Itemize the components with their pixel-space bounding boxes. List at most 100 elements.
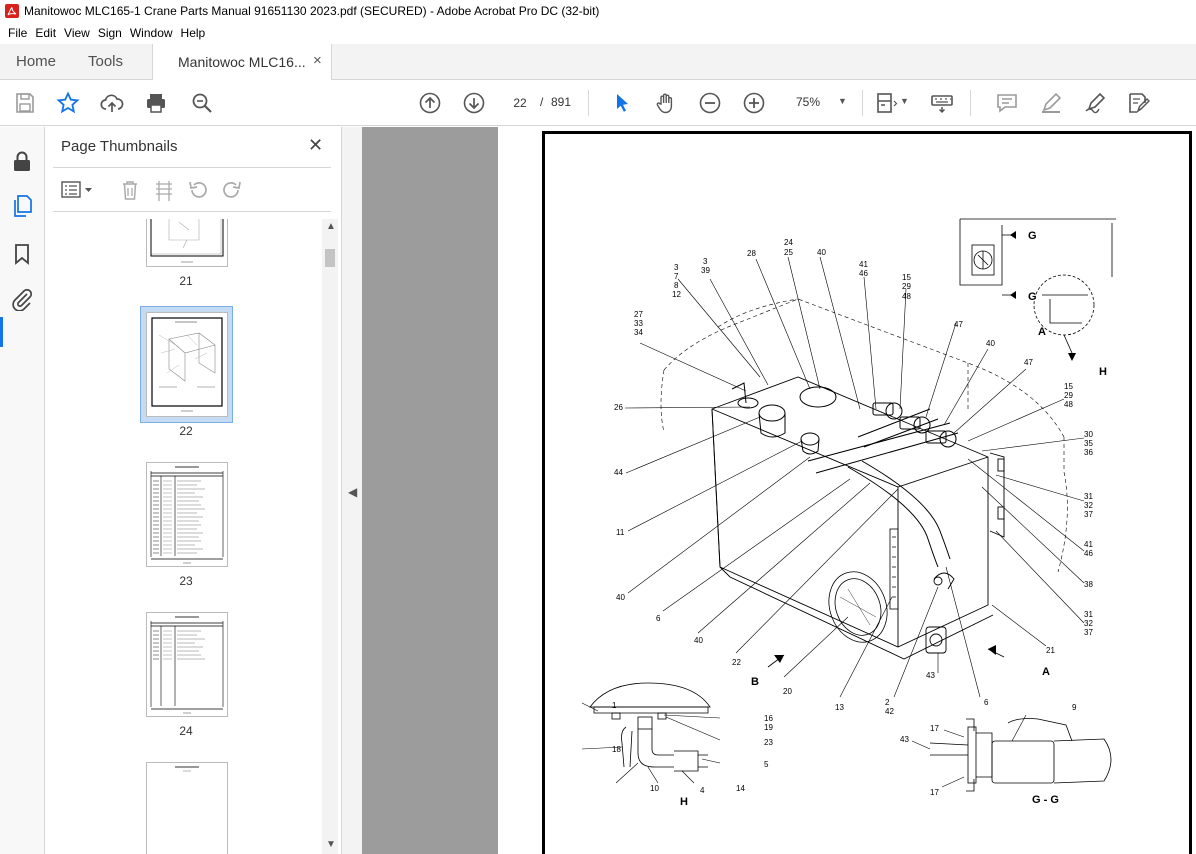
callout: 11 — [616, 528, 625, 537]
previous-page-icon[interactable] — [418, 91, 442, 115]
callout: 37 — [1084, 510, 1093, 519]
zoom-dropdown-arrow-icon[interactable]: ▼ — [838, 96, 847, 106]
bookmarks-icon[interactable] — [10, 242, 34, 266]
callout: 39 — [701, 266, 710, 275]
thumbnail-scrollbar[interactable]: ▲ ▼ — [322, 219, 338, 854]
menu-edit[interactable]: Edit — [31, 26, 60, 40]
tab-home[interactable]: Home — [16, 53, 56, 70]
callout: 9 — [1072, 703, 1077, 712]
keyboard-scroll-icon[interactable] — [930, 91, 954, 115]
highlight-pen-icon[interactable] — [1039, 91, 1063, 115]
callout: 6 — [656, 614, 661, 623]
options-menu-icon[interactable] — [61, 179, 95, 201]
delete-page-icon[interactable] — [119, 179, 141, 201]
callout: 47 — [1024, 358, 1033, 367]
draw-sign-icon[interactable] — [1083, 91, 1107, 115]
comment-icon[interactable] — [995, 91, 1019, 115]
bookmark-star-icon[interactable] — [56, 91, 80, 115]
scroll-up-icon[interactable]: ▲ — [326, 221, 336, 232]
lock-icon[interactable] — [10, 149, 34, 173]
view-labels: A A B G G H H G - G — [680, 230, 1107, 808]
tab-tools[interactable]: Tools — [88, 53, 123, 70]
close-panel-icon[interactable]: ✕ — [308, 135, 323, 156]
page-fit-dropdown-icon[interactable]: ▼ — [900, 96, 909, 106]
callout: 17 — [930, 788, 939, 797]
menu-window[interactable]: Window — [126, 26, 177, 40]
callout: 16 — [764, 714, 773, 723]
page-fit-icon[interactable] — [874, 91, 898, 115]
tab-close-icon[interactable]: × — [313, 52, 322, 69]
view-label: G — [1028, 291, 1037, 303]
fill-sign-icon[interactable] — [1126, 91, 1151, 115]
pdf-page: 3 7 8 12 3 39 24 25 28 40 41 46 15 29 48… — [498, 127, 1196, 854]
frame-outline-dashed — [660, 298, 1068, 573]
rotate-counterclockwise-icon[interactable] — [187, 179, 209, 201]
thumbnail-preview — [150, 616, 224, 714]
acrobat-app-icon — [5, 4, 19, 18]
page-thumbnail[interactable] — [146, 219, 228, 267]
tab-document-label: Manitowoc MLC16... — [178, 54, 306, 70]
callout: 40 — [986, 339, 995, 348]
menu-help[interactable]: Help — [177, 26, 210, 40]
callout: 44 — [614, 468, 623, 477]
navigation-rail — [0, 127, 45, 854]
callout: 36 — [1084, 448, 1093, 457]
hand-tool-icon[interactable] — [654, 91, 678, 115]
page-number-input[interactable]: 22 — [505, 90, 535, 114]
attachments-icon[interactable] — [10, 287, 34, 312]
mounting-bracket — [989, 452, 1005, 538]
callout: 1 — [612, 701, 617, 710]
callout: 3 — [703, 257, 708, 266]
callout: 23 — [764, 738, 773, 747]
document-view[interactable]: 3 7 8 12 3 39 24 25 28 40 41 46 15 29 48… — [362, 127, 1196, 854]
scroll-down-icon[interactable]: ▼ — [326, 839, 336, 850]
callout: 29 — [1064, 391, 1073, 400]
collapse-panel-icon[interactable]: ◀ — [348, 485, 357, 499]
menu-view[interactable]: View — [60, 26, 94, 40]
callout: 26 — [614, 403, 623, 412]
callout: 7 — [674, 272, 679, 281]
rotate-clockwise-icon[interactable] — [221, 179, 243, 201]
zoom-in-icon[interactable] — [742, 91, 766, 115]
panel-splitter[interactable]: ◀ — [342, 127, 362, 854]
toolbar-divider — [588, 90, 589, 116]
next-page-icon[interactable] — [462, 91, 486, 115]
callout: 21 — [1046, 646, 1055, 655]
menu-sign[interactable]: Sign — [94, 26, 126, 40]
print-icon[interactable] — [144, 91, 168, 115]
zoom-out-icon[interactable] — [698, 91, 722, 115]
callout: 43 — [926, 671, 935, 680]
page-thumbnail[interactable] — [146, 462, 228, 567]
page-thumbnail[interactable] — [146, 762, 228, 854]
menu-file[interactable]: File — [4, 26, 31, 40]
page-thumbnails-panel: Page Thumbnails ✕ 21 22 23 24 ▲ ▼ — [45, 127, 342, 854]
thumbnail-list: 21 22 23 24 — [45, 219, 323, 854]
main-toolbar — [0, 80, 1196, 126]
view-arrows — [767, 645, 1005, 668]
page-separator: / — [540, 95, 544, 109]
tab-document[interactable]: Manitowoc MLC16... × — [152, 44, 332, 81]
callout: 41 — [859, 260, 868, 269]
detail-h-leaders — [581, 702, 721, 784]
select-cursor-icon[interactable] — [610, 91, 634, 115]
menu-bar: File Edit View Sign Window Help — [0, 22, 1196, 44]
scrollbar-thumb[interactable] — [325, 249, 335, 267]
callout: 37 — [1084, 628, 1093, 637]
thumbnail-label: 22 — [179, 424, 193, 438]
view-label: G — [1028, 230, 1037, 242]
view-label: G - G — [1032, 794, 1059, 806]
arrow-h — [1068, 353, 1076, 361]
zoom-search-icon[interactable] — [190, 91, 214, 115]
cloud-upload-icon[interactable] — [100, 91, 124, 115]
page-thumbnails-icon[interactable] — [10, 194, 34, 218]
save-icon[interactable] — [13, 91, 37, 115]
leader-lines — [624, 256, 1085, 698]
callout: 30 — [1084, 430, 1093, 439]
arrow-g-bottom — [1010, 291, 1016, 299]
extract-pages-icon[interactable] — [153, 179, 175, 201]
page-thumbnail[interactable] — [146, 312, 228, 417]
page-thumbnail[interactable] — [146, 612, 228, 717]
view-label: A — [1038, 326, 1046, 338]
callout: 2 — [885, 698, 890, 707]
callout: 32 — [1084, 619, 1093, 628]
